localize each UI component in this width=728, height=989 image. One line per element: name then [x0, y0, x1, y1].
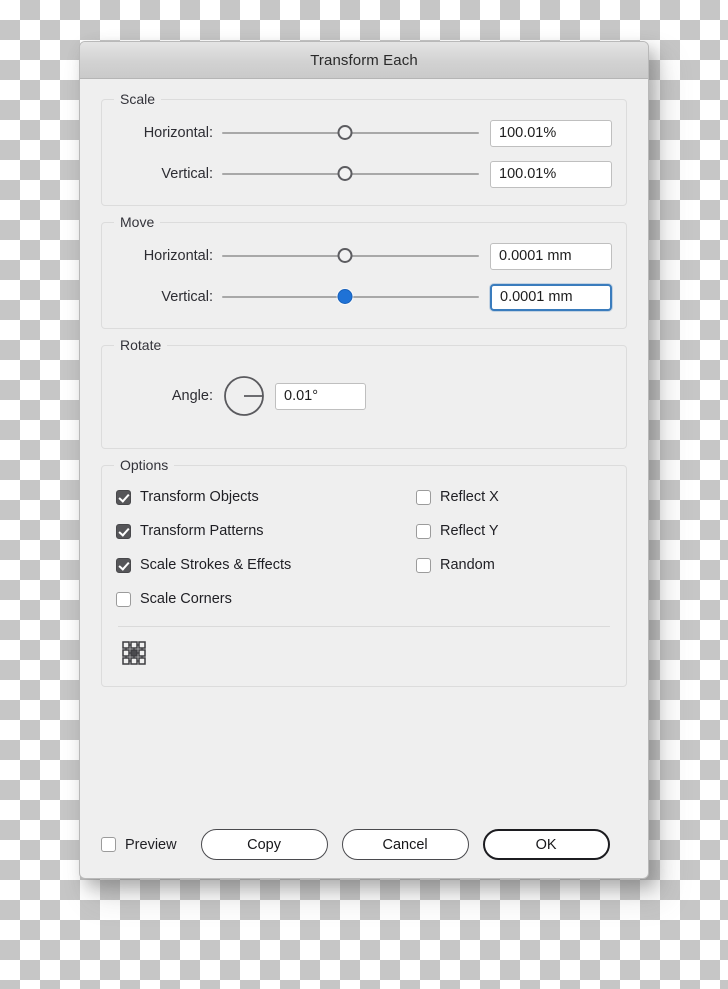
- scale-horizontal-row: Horizontal: 100.01%: [116, 116, 612, 150]
- transform-each-dialog: Transform Each Scale Horizontal: 100.01%…: [79, 41, 649, 879]
- checkbox-label: Random: [440, 557, 495, 573]
- options-group-legend: Options: [114, 457, 175, 473]
- rotate-group-legend: Rotate: [114, 337, 168, 353]
- move-horizontal-row: Horizontal: 0.0001 mm: [116, 239, 612, 273]
- options-group: Options Transform Objects Reflect X Tran…: [101, 457, 627, 687]
- checkbox-label: Scale Strokes & Effects: [140, 557, 292, 573]
- checkbox-icon-unchecked[interactable]: [416, 489, 431, 505]
- checkbox-label: Reflect Y: [440, 523, 499, 539]
- reference-point-icon[interactable]: [120, 639, 148, 667]
- scale-horizontal-slider[interactable]: [222, 123, 479, 143]
- move-group: Move Horizontal: 0.0001 mm Vertical: 0.0…: [101, 214, 627, 329]
- options-separator: [118, 626, 610, 627]
- checkbox-scale-strokes-effects[interactable]: Scale Strokes & Effects: [116, 552, 416, 578]
- scale-vertical-row: Vertical: 100.01%: [116, 157, 612, 191]
- scale-horizontal-input[interactable]: 100.01%: [490, 119, 612, 147]
- checkbox-icon-checked[interactable]: [116, 523, 131, 539]
- options-grid-spacer: [416, 586, 612, 612]
- cancel-button[interactable]: Cancel: [341, 829, 469, 860]
- checkbox-icon-unchecked[interactable]: [116, 591, 131, 607]
- checkbox-transform-patterns[interactable]: Transform Patterns: [116, 518, 416, 544]
- slider-thumb-active[interactable]: [337, 289, 353, 304]
- rotate-angle-label: Angle:: [171, 388, 213, 404]
- scale-group: Scale Horizontal: 100.01% Vertical: 100.…: [101, 91, 627, 206]
- slider-thumb[interactable]: [337, 166, 353, 181]
- checkbox-icon-unchecked[interactable]: [416, 523, 431, 539]
- checkbox-label: Reflect X: [440, 489, 499, 505]
- dialog-footer: Preview Copy Cancel OK: [101, 829, 627, 860]
- preview-label: Preview: [125, 836, 177, 853]
- move-group-legend: Move: [114, 214, 161, 230]
- scale-horizontal-label: Horizontal:: [143, 125, 213, 141]
- dialog-body: Scale Horizontal: 100.01% Vertical: 100.…: [80, 79, 648, 878]
- checkbox-label: Scale Corners: [140, 591, 232, 607]
- move-vertical-label: Vertical:: [161, 289, 213, 305]
- move-horizontal-input[interactable]: 0.0001 mm: [490, 242, 612, 270]
- checkbox-icon-checked[interactable]: [116, 489, 131, 505]
- ok-button[interactable]: OK: [482, 829, 610, 860]
- scale-vertical-slider[interactable]: [222, 164, 479, 184]
- checkbox-icon-checked[interactable]: [116, 557, 131, 573]
- options-grid: Transform Objects Reflect X Transform Pa…: [116, 484, 612, 612]
- dialog-title: Transform Each: [310, 51, 418, 69]
- checkbox-preview[interactable]: Preview: [101, 837, 177, 853]
- move-horizontal-slider[interactable]: [222, 246, 479, 266]
- move-vertical-slider[interactable]: [222, 287, 479, 307]
- dialog-titlebar[interactable]: Transform Each: [80, 42, 648, 79]
- checkbox-transform-objects[interactable]: Transform Objects: [116, 484, 416, 510]
- checkbox-label: Transform Objects: [140, 489, 259, 505]
- rotate-group: Rotate Angle: 0.01°: [101, 337, 627, 449]
- checkbox-icon-unchecked[interactable]: [101, 837, 116, 852]
- scale-vertical-input[interactable]: 100.01%: [490, 160, 612, 188]
- slider-thumb[interactable]: [337, 125, 353, 140]
- checkbox-scale-corners[interactable]: Scale Corners: [116, 586, 416, 612]
- checkbox-label: Transform Patterns: [140, 523, 264, 539]
- checkbox-reflect-x[interactable]: Reflect X: [416, 484, 612, 510]
- checkbox-icon-unchecked[interactable]: [416, 557, 431, 573]
- scale-group-legend: Scale: [114, 91, 162, 107]
- rotate-angle-row: Angle: 0.01°: [116, 370, 612, 422]
- checkbox-random[interactable]: Random: [416, 552, 612, 578]
- move-horizontal-label: Horizontal:: [143, 248, 213, 264]
- scale-vertical-label: Vertical:: [161, 166, 213, 182]
- slider-thumb[interactable]: [337, 248, 353, 263]
- move-vertical-row: Vertical: 0.0001 mm: [116, 280, 612, 314]
- angle-dial-icon[interactable]: [222, 374, 266, 418]
- rotate-angle-input[interactable]: 0.01°: [275, 382, 366, 410]
- move-vertical-input[interactable]: 0.0001 mm: [490, 283, 612, 311]
- copy-button[interactable]: Copy: [200, 829, 328, 860]
- checkbox-reflect-y[interactable]: Reflect Y: [416, 518, 612, 544]
